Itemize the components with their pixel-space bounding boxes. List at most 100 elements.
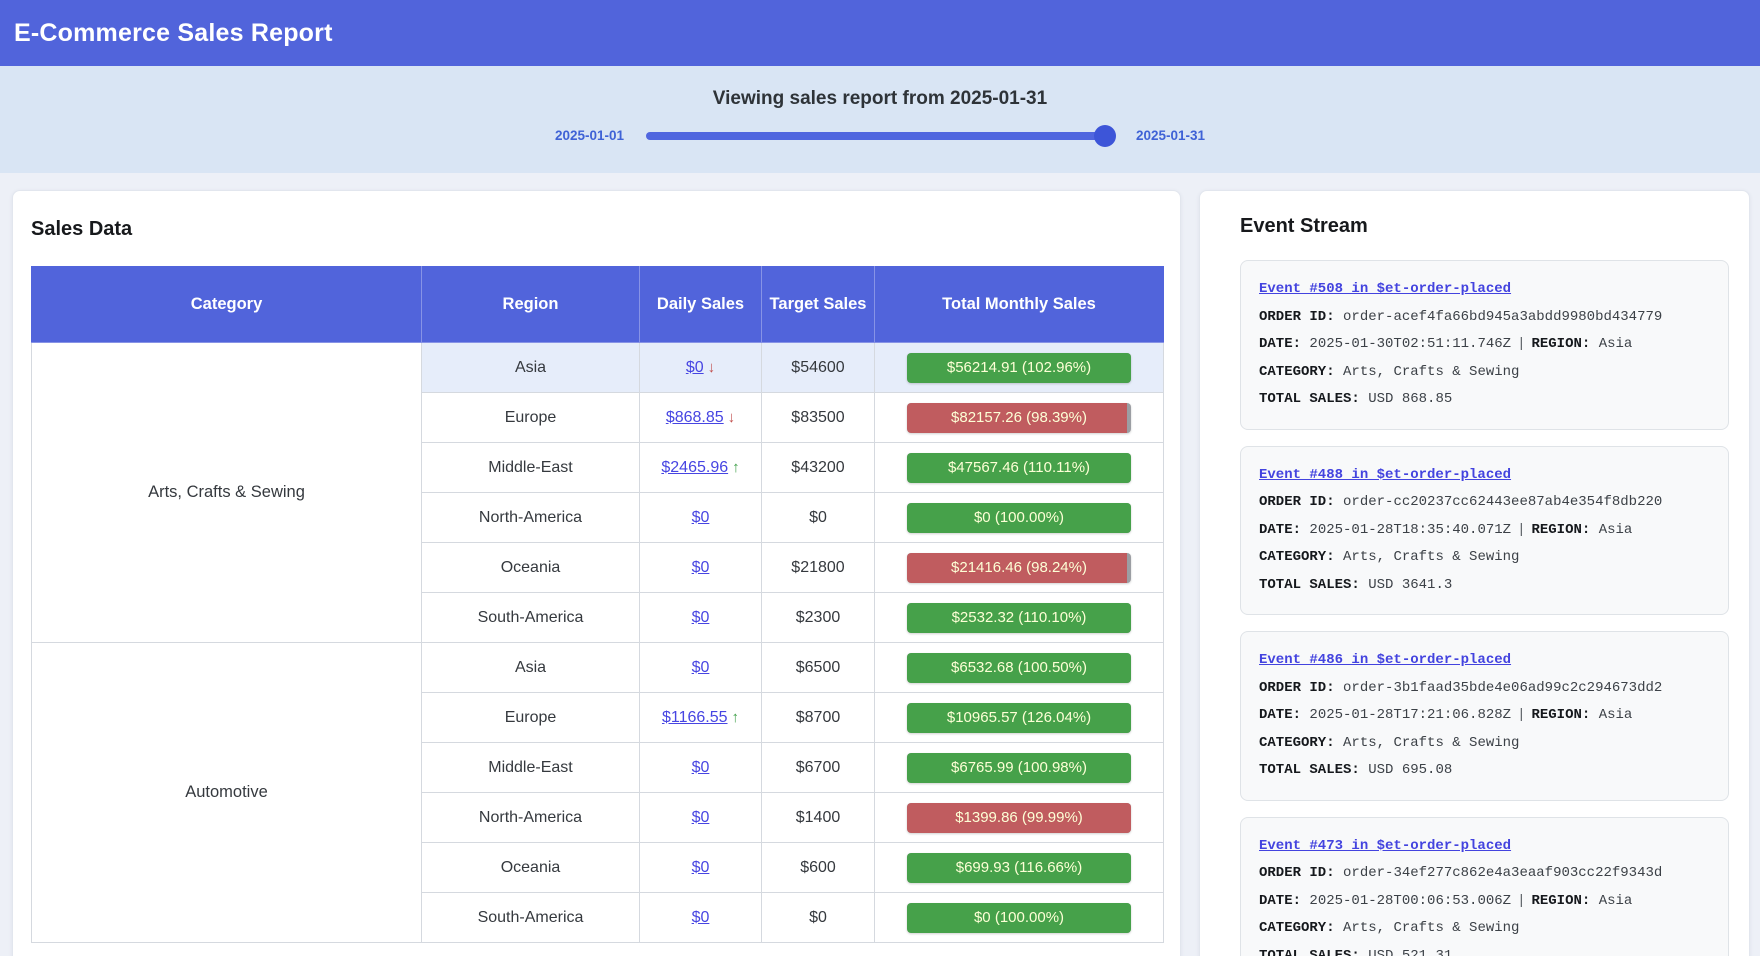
event-date-row: DATE: 2025-01-28T00:06:53.006Z|REGION: A… [1259,888,1710,916]
daily-sales-link[interactable]: $2465.96 [661,459,728,476]
total-monthly-sales-cell: $56214.91 (102.96%) [875,343,1164,393]
event-link[interactable]: Event #486 in $et-order-placed [1259,652,1511,668]
event-stream-panel: Event Stream Event #508 in $et-order-pla… [1199,190,1750,956]
date-label: DATE: [1259,336,1301,352]
event-date-row: DATE: 2025-01-30T02:51:11.746Z|REGION: A… [1259,331,1710,359]
monthly-sales-value: $0 (100.00%) [907,903,1131,933]
monthly-sales-progress: $82157.26 (98.39%) [907,403,1131,433]
date-value: 2025-01-28T00:06:53.006Z [1309,893,1511,909]
target-sales-cell: $43200 [762,443,875,493]
category-label: CATEGORY: [1259,364,1335,380]
daily-sales-cell: $0 [640,893,762,943]
monthly-sales-progress: $6765.99 (100.98%) [907,753,1131,783]
monthly-sales-progress: $0 (100.00%) [907,503,1131,533]
daily-sales-link[interactable]: $0 [692,909,710,926]
date-slider-thumb[interactable] [1094,125,1116,147]
total-sales-value: USD 521.31 [1368,948,1452,956]
event-total-row: TOTAL SALES: USD 868.85 [1259,386,1710,414]
daily-sales-link[interactable]: $0 [686,359,704,376]
event-link[interactable]: Event #508 in $et-order-placed [1259,281,1511,297]
order-id-label: ORDER ID: [1259,680,1335,696]
trend-arrow-icon: ↑ [732,459,740,476]
event-date-row: DATE: 2025-01-28T17:21:06.828Z|REGION: A… [1259,702,1710,730]
daily-sales-cell: $0 [640,543,762,593]
monthly-sales-value: $82157.26 (98.39%) [907,403,1131,433]
total-monthly-sales-cell: $0 (100.00%) [875,493,1164,543]
monthly-sales-value: $6532.68 (100.50%) [907,653,1131,683]
category-label: CATEGORY: [1259,920,1335,936]
order-id-value: order-acef4fa66bd945a3abdd9980bd434779 [1343,309,1662,325]
region-cell: Oceania [422,543,640,593]
pipe-separator: | [1511,893,1531,909]
event-card: Event #486 in $et-order-placed ORDER ID:… [1240,631,1729,801]
monthly-sales-progress: $6532.68 (100.50%) [907,653,1131,683]
region-cell: Europe [422,693,640,743]
target-sales-cell: $0 [762,893,875,943]
event-category-row: CATEGORY: Arts, Crafts & Sewing [1259,359,1710,387]
column-header-target-sales: Target Sales [762,267,875,343]
order-id-label: ORDER ID: [1259,494,1335,510]
daily-sales-cell: $1166.55↑ [640,693,762,743]
event-link[interactable]: Event #473 in $et-order-placed [1259,838,1511,854]
daily-sales-cell: $2465.96↑ [640,443,762,493]
order-id-value: order-cc20237cc62443ee87ab4e354f8db220 [1343,494,1662,510]
region-cell: North-America [422,493,640,543]
column-header-region: Region [422,267,640,343]
trend-arrow-icon: ↓ [728,409,736,426]
event-date-row: DATE: 2025-01-28T18:35:40.071Z|REGION: A… [1259,517,1710,545]
total-monthly-sales-cell: $6765.99 (100.98%) [875,743,1164,793]
category-value: Arts, Crafts & Sewing [1343,549,1519,565]
total-monthly-sales-cell: $47567.46 (110.11%) [875,443,1164,493]
region-label: REGION: [1531,336,1590,352]
total-sales-label: TOTAL SALES: [1259,762,1360,778]
event-order-id-row: ORDER ID: order-3b1faad35bde4e06ad99c2c2… [1259,675,1710,703]
monthly-sales-value: $1399.86 (99.99%) [907,803,1131,833]
total-sales-value: USD 868.85 [1368,391,1452,407]
category-cell: Automotive [32,643,422,943]
order-id-value: order-3b1faad35bde4e06ad99c2c294673dd2 [1343,680,1662,696]
category-value: Arts, Crafts & Sewing [1343,920,1519,936]
daily-sales-cell: $0↓ [640,343,762,393]
total-monthly-sales-cell: $82157.26 (98.39%) [875,393,1164,443]
daily-sales-link[interactable]: $0 [692,659,710,676]
target-sales-cell: $0 [762,493,875,543]
page-title: E-Commerce Sales Report [14,19,333,48]
region-cell: South-America [422,893,640,943]
column-header-total-monthly-sales: Total Monthly Sales [875,267,1164,343]
date-value: 2025-01-28T18:35:40.071Z [1309,522,1511,538]
monthly-sales-progress: $21416.46 (98.24%) [907,553,1131,583]
daily-sales-link[interactable]: $1166.55 [662,709,728,726]
event-card-list: Event #508 in $et-order-placed ORDER ID:… [1240,260,1729,956]
monthly-sales-progress: $10965.57 (126.04%) [907,703,1131,733]
daily-sales-link[interactable]: $0 [692,559,710,576]
date-value: 2025-01-28T17:21:06.828Z [1309,707,1511,723]
region-label: REGION: [1531,522,1590,538]
date-slider[interactable] [646,132,1114,140]
daily-sales-link[interactable]: $0 [692,509,710,526]
slider-end-date: 2025-01-31 [1136,128,1211,143]
daily-sales-link[interactable]: $868.85 [666,409,724,426]
region-cell: Asia [422,343,640,393]
daily-sales-cell: $0 [640,493,762,543]
daily-sales-link[interactable]: $0 [692,809,710,826]
daily-sales-link[interactable]: $0 [692,609,710,626]
daily-sales-link[interactable]: $0 [692,859,710,876]
slider-start-date: 2025-01-01 [549,128,624,143]
pipe-separator: | [1511,522,1531,538]
daily-sales-cell: $0 [640,743,762,793]
region-cell: South-America [422,593,640,643]
total-sales-value: USD 3641.3 [1368,577,1452,593]
column-header-daily-sales: Daily Sales [640,267,762,343]
order-id-value: order-34ef277c862e4a3eaaf903cc22f9343d [1343,865,1662,881]
daily-sales-link[interactable]: $0 [692,759,710,776]
total-monthly-sales-cell: $699.93 (116.66%) [875,843,1164,893]
category-label: CATEGORY: [1259,549,1335,565]
target-sales-cell: $2300 [762,593,875,643]
event-order-id-row: ORDER ID: order-acef4fa66bd945a3abdd9980… [1259,304,1710,332]
sales-data-panel: Sales Data Category Region Daily Sales T… [12,190,1181,956]
event-link[interactable]: Event #488 in $et-order-placed [1259,467,1511,483]
total-sales-label: TOTAL SALES: [1259,577,1360,593]
total-sales-label: TOTAL SALES: [1259,391,1360,407]
region-value: Asia [1599,707,1633,723]
event-card: Event #473 in $et-order-placed ORDER ID:… [1240,817,1729,956]
